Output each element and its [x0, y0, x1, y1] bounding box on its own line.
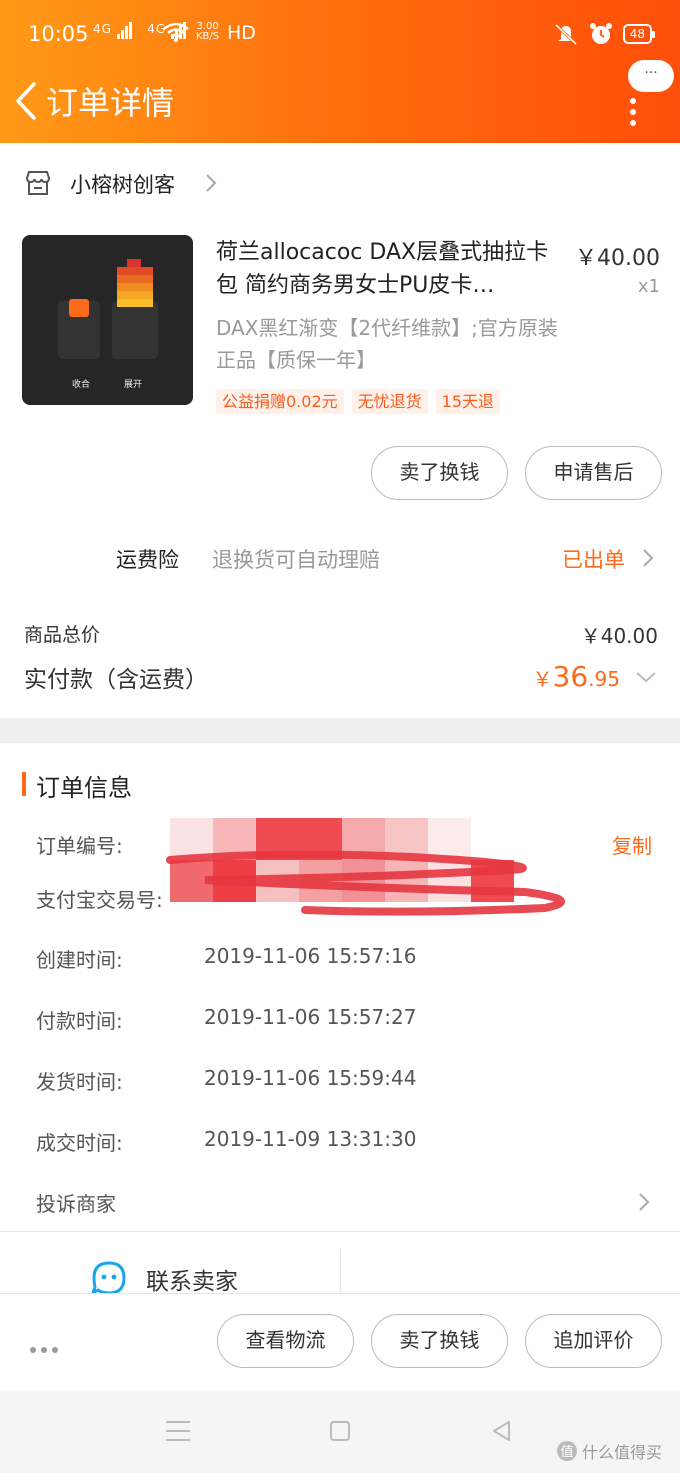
back-arrow-icon[interactable]: [10, 80, 46, 122]
goods-total-value: ￥40.00: [580, 624, 658, 648]
status-right: 48: [553, 22, 656, 46]
network-speed: 3.00 KB/S: [196, 22, 219, 42]
watermark: 值 什么值得买: [556, 1439, 662, 1463]
system-back-icon[interactable]: [490, 1419, 512, 1443]
product-sku: DAX黑红渐变【2代纤维款】;官方原装正品【质保一年】: [216, 316, 558, 372]
paid-amount: ￥36.95: [533, 660, 620, 693]
tag-worry-free-return: 无忧退货: [351, 389, 428, 414]
created-time-value: 2019-11-06 15:57:16: [204, 944, 417, 968]
product-price: ￥40.00: [575, 246, 660, 271]
status-time: 10:05: [28, 22, 89, 46]
product-quantity: x1: [637, 276, 660, 297]
tag-15-day-return: 15天退: [435, 389, 501, 414]
section-divider: [0, 718, 680, 743]
wifi-icon: [163, 22, 189, 42]
thumb-label-left: 收合: [72, 380, 91, 390]
paid-label: 实付款（含运费）: [24, 667, 208, 693]
speed-unit: KB/S: [196, 31, 220, 42]
after-sale-button[interactable]: 申请售后: [525, 446, 662, 500]
watermark-text: 什么值得买: [582, 1443, 663, 1462]
deal-time-value: 2019-11-09 13:31:30: [204, 1127, 417, 1151]
card-tab-graphic: [69, 299, 89, 317]
signal-1-label: 4G: [93, 22, 112, 36]
chevron-right-icon: [643, 549, 654, 567]
complain-seller-link[interactable]: 投诉商家: [36, 1188, 116, 1217]
chevron-right-icon: [206, 174, 217, 192]
shop-icon: [25, 171, 51, 195]
nav-bar: 订单详情 ···: [0, 60, 680, 143]
shop-name: 小榕树创客: [70, 173, 175, 197]
shipped-time-label: 发货时间:: [36, 1070, 123, 1094]
insurance-label: 运费险: [116, 548, 179, 572]
alipay-number-label: 支付宝交易号:: [36, 888, 163, 912]
recent-apps-icon[interactable]: [166, 1421, 190, 1448]
signal-bars-icon: [116, 22, 133, 39]
status-bar: 10:05 4G 4G 3.00 KB/S HD 48: [0, 0, 680, 66]
redaction-scribble: [166, 850, 565, 916]
svg-text:值: 值: [560, 1444, 573, 1460]
battery-icon: 48: [622, 24, 656, 44]
vertical-divider: [340, 1250, 341, 1294]
top-bar: 10:05 4G 4G 3.00 KB/S HD 48 订单详情 ···: [0, 0, 680, 143]
home-icon[interactable]: [330, 1421, 350, 1441]
product-thumbnail[interactable]: 收合 展开: [22, 235, 193, 405]
more-bubble[interactable]: ···: [628, 60, 674, 92]
sell-button-bottom[interactable]: 卖了换钱: [371, 1314, 508, 1368]
product-tags: 公益捐赠0.02元 无忧退货 15天退: [216, 389, 501, 414]
order-info-title: 订单信息: [36, 774, 132, 802]
goods-total-label: 商品总价: [24, 624, 101, 646]
chevron-down-icon[interactable]: [634, 670, 658, 684]
paid-time-label: 付款时间:: [36, 1009, 123, 1033]
thumb-label-right: 展开: [124, 380, 143, 390]
paid-integer: 36: [552, 660, 589, 693]
insurance-status: 已出单: [562, 548, 625, 572]
product-title[interactable]: 荷兰allocacoc DAX层叠式抽拉卡包 简约商务男女士PU皮卡…: [216, 236, 556, 302]
chevron-right-icon: [639, 1193, 650, 1211]
view-logistics-button[interactable]: 查看物流: [217, 1314, 354, 1368]
deal-time-label: 成交时间:: [36, 1131, 123, 1155]
copy-button[interactable]: 复制: [612, 830, 652, 859]
paid-time-value: 2019-11-06 15:57:27: [204, 1005, 417, 1029]
order-number-label: 订单编号:: [36, 834, 123, 858]
shipping-insurance-row[interactable]: 运费险 退换货可自动理赔 已出单: [0, 530, 680, 586]
section-accent-bar: [22, 772, 26, 796]
paid-decimal: .95: [588, 667, 620, 691]
add-review-button[interactable]: 追加评价: [525, 1314, 662, 1368]
system-nav-bar: 值 什么值得买: [0, 1391, 680, 1473]
hd-indicator: HD: [227, 22, 256, 44]
mute-icon: [554, 23, 577, 45]
paid-currency: ￥: [532, 667, 553, 691]
card-open-graphic: [112, 301, 158, 359]
shipped-time-value: 2019-11-06 15:59:44: [204, 1066, 417, 1090]
page-title: 订单详情: [46, 84, 175, 122]
shop-row[interactable]: 小榕树创客: [0, 143, 680, 225]
more-actions-icon[interactable]: [30, 1338, 64, 1357]
watermark-logo-icon: 值: [557, 1441, 577, 1461]
tag-charity: 公益捐赠0.02元: [216, 389, 344, 414]
divider: [0, 1231, 680, 1232]
more-menu-icon[interactable]: [630, 98, 638, 131]
created-time-label: 创建时间:: [36, 948, 123, 972]
contact-seller-label: 联系卖家: [146, 1269, 238, 1295]
alarm-icon: [589, 23, 612, 44]
insurance-desc: 退换货可自动理赔: [212, 548, 380, 572]
sell-button[interactable]: 卖了换钱: [371, 446, 508, 500]
